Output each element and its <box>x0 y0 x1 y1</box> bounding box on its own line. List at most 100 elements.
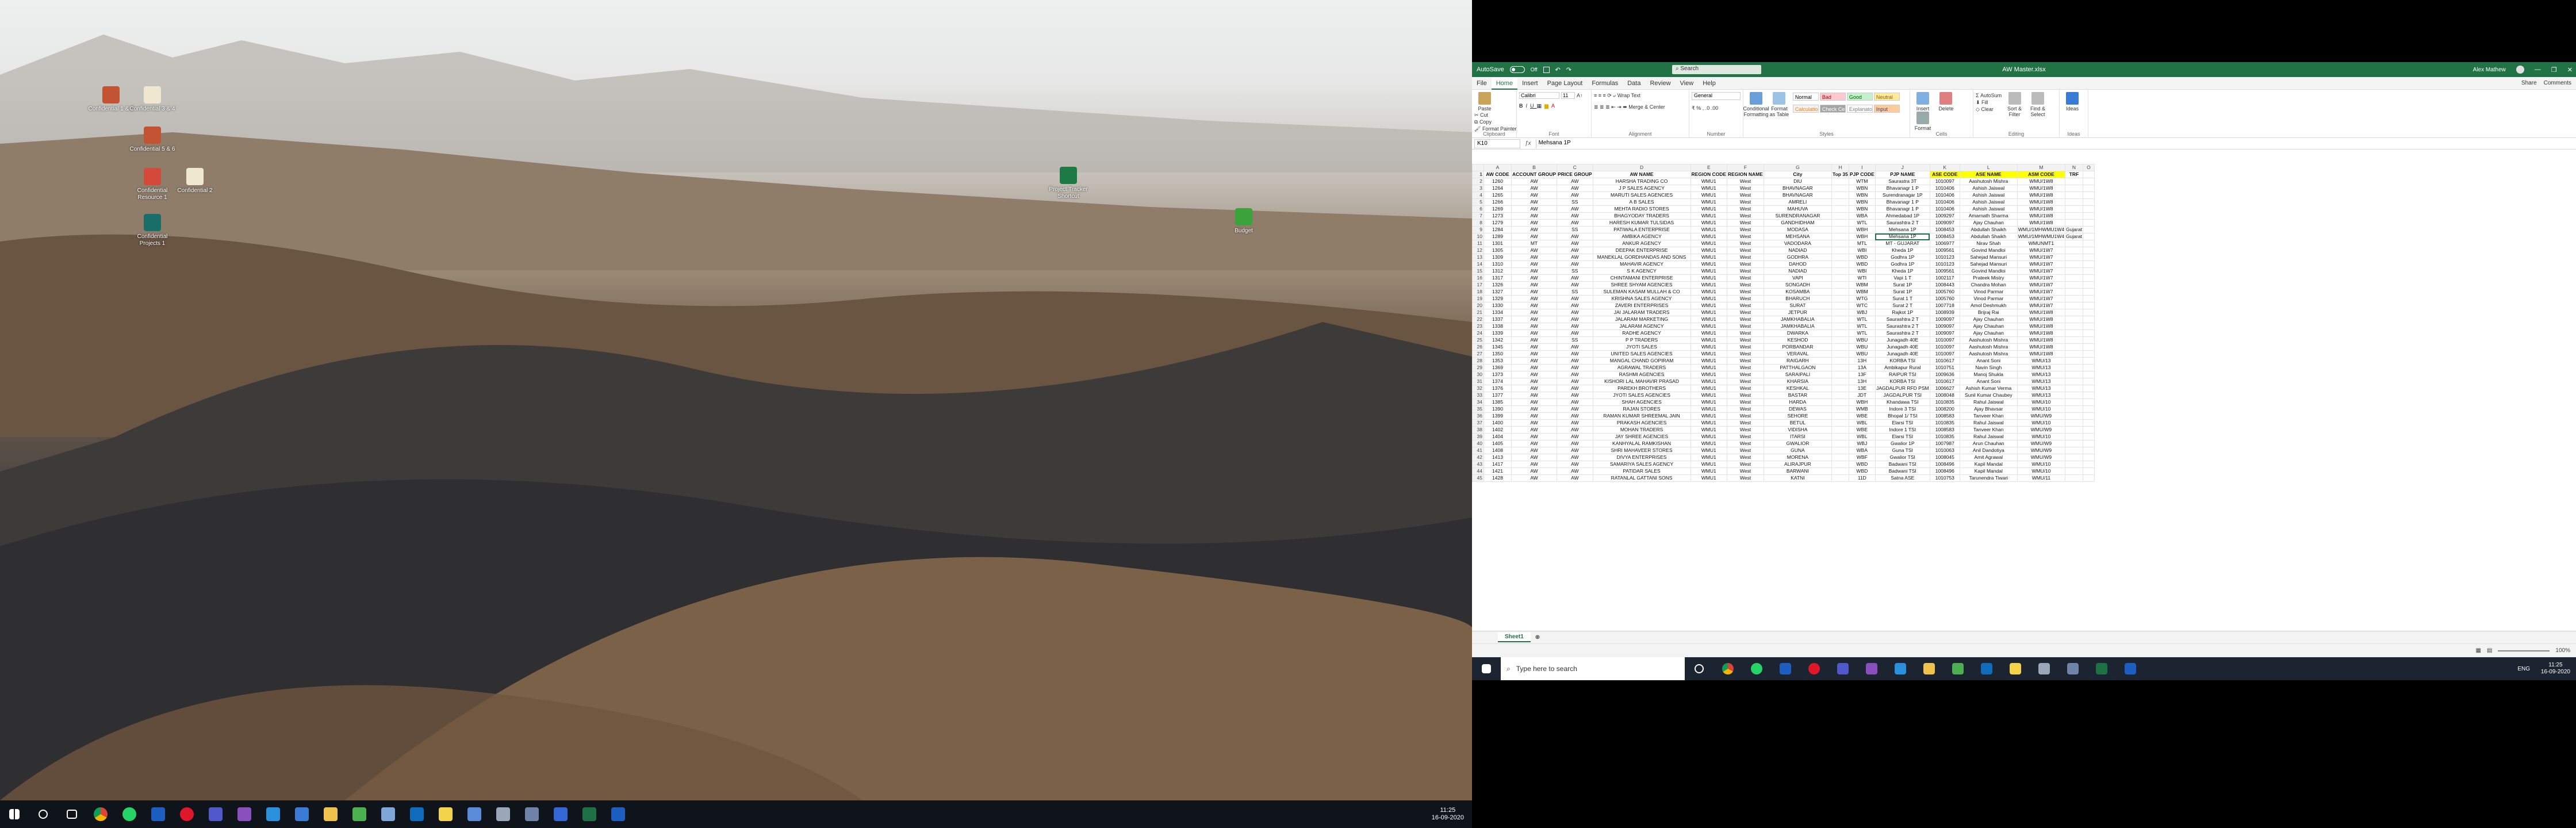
cell[interactable]: AW <box>1511 309 1558 316</box>
cell[interactable]: WMU1 <box>1690 419 1728 427</box>
cell[interactable]: WBD <box>1848 467 1876 475</box>
cell[interactable]: AW <box>1511 226 1558 233</box>
cell[interactable]: DIVYA ENTERPRISES <box>1592 454 1691 461</box>
cell[interactable] <box>2082 302 2095 309</box>
cell[interactable]: 1279 <box>1483 219 1512 227</box>
cell[interactable]: RASHMI AGENCIES <box>1592 371 1691 378</box>
cut-button[interactable]: ✂ Cut <box>1474 112 1516 118</box>
cell[interactable]: Anant Soni <box>1959 378 2018 385</box>
cell[interactable]: WMU/1W7 <box>2017 254 2066 261</box>
cell[interactable]: Junagadh 40E <box>1874 350 1930 358</box>
cell[interactable]: DIU <box>1763 178 1832 185</box>
cell[interactable] <box>2082 323 2095 330</box>
cell[interactable]: MAHAVIR AGENCY <box>1592 260 1691 268</box>
cell[interactable] <box>2082 309 2095 316</box>
cell[interactable] <box>2082 226 2095 233</box>
language-indicator[interactable]: ENG <box>2517 666 2530 672</box>
cell[interactable]: WMU1 <box>1690 440 1728 447</box>
row-header[interactable]: 25 <box>1472 336 1484 344</box>
cell[interactable] <box>2065 440 2083 447</box>
cell[interactable]: Ajay Chauhan <box>1959 329 2018 337</box>
cell[interactable] <box>1831 254 1849 261</box>
cell[interactable]: WMU/13 <box>2017 364 2066 371</box>
cell[interactable]: WMU/10 <box>2017 405 2066 413</box>
cell[interactable]: Saurashtra 2 T <box>1874 329 1930 337</box>
cell[interactable]: AW <box>1511 398 1558 406</box>
cell[interactable]: WMU/W9 <box>2017 454 2066 461</box>
cell[interactable]: NADIAD <box>1763 247 1832 254</box>
cell[interactable]: AW <box>1511 343 1558 351</box>
cell[interactable] <box>1831 247 1849 254</box>
row-header[interactable]: 40 <box>1472 440 1484 447</box>
cell[interactable]: WMU/1W8 <box>2017 316 2066 323</box>
cell[interactable] <box>2065 191 2083 199</box>
cell[interactable]: 13H <box>1848 378 1876 385</box>
cell[interactable] <box>2065 454 2083 461</box>
cell[interactable]: West <box>1727 350 1764 358</box>
cell[interactable] <box>2065 316 2083 323</box>
taskbar-app[interactable] <box>203 802 228 827</box>
cell[interactable] <box>2065 254 2083 261</box>
cell[interactable]: 1338 <box>1483 323 1512 330</box>
cell[interactable]: West <box>1727 205 1764 213</box>
cell[interactable]: AW <box>1511 461 1558 468</box>
cell[interactable]: SHAH AGENCIES <box>1592 398 1691 406</box>
cell[interactable]: WBH <box>1848 233 1876 240</box>
cell[interactable]: AW <box>1511 378 1558 385</box>
cell[interactable]: WMU1 <box>1690 343 1728 351</box>
cell[interactable]: 1006627 <box>1929 385 1960 392</box>
cell[interactable] <box>1831 371 1849 378</box>
cell[interactable]: GWALIOR <box>1763 440 1832 447</box>
cell[interactable] <box>2065 336 2083 344</box>
cell[interactable]: WMU1 <box>1690 281 1728 289</box>
cell[interactable] <box>2065 198 2083 206</box>
cell[interactable]: ALIRAJPUR <box>1763 461 1832 468</box>
cell[interactable]: WMU1 <box>1690 454 1728 461</box>
left-clock[interactable]: 11:25 16-09-2020 <box>1432 807 1464 822</box>
cell[interactable]: AW <box>1557 474 1593 482</box>
cell[interactable] <box>2082 198 2095 206</box>
wrap-text-button[interactable]: ⤶ Wrap Text <box>1613 93 1640 98</box>
cell[interactable]: BETUL <box>1763 419 1832 427</box>
cell[interactable]: 1376 <box>1483 385 1512 392</box>
cell[interactable]: Ambikapur Rural <box>1874 364 1930 371</box>
cell[interactable]: WBA <box>1848 447 1876 454</box>
cell[interactable]: KESHKAL <box>1763 385 1832 392</box>
cell[interactable]: 1405 <box>1483 440 1512 447</box>
cell[interactable]: AW <box>1557 233 1593 240</box>
cell[interactable]: 1385 <box>1483 398 1512 406</box>
cell[interactable]: WBH <box>1848 226 1876 233</box>
cell[interactable] <box>1831 191 1849 199</box>
start-button[interactable] <box>2 802 27 827</box>
cell[interactable] <box>2082 205 2095 213</box>
cell[interactable]: 1329 <box>1483 295 1512 302</box>
cell[interactable] <box>2065 426 2083 434</box>
cell[interactable]: WMU1 <box>1690 329 1728 337</box>
cell[interactable]: MEHTA RADIO STORES <box>1592 205 1691 213</box>
cell[interactable]: PATIWALA ENTERPRISE <box>1592 226 1691 233</box>
cell[interactable] <box>1831 329 1849 337</box>
cell[interactable]: Surat 1 T <box>1874 295 1930 302</box>
cell[interactable]: West <box>1727 447 1764 454</box>
cell[interactable] <box>2082 274 2095 282</box>
cell[interactable]: SHRI MAHAVEER STORES <box>1592 447 1691 454</box>
cell[interactable]: West <box>1727 405 1764 413</box>
cell[interactable]: 1350 <box>1483 350 1512 358</box>
column-header[interactable]: O <box>2082 164 2095 171</box>
taskbar-app[interactable] <box>2003 656 2028 681</box>
cell[interactable]: WMU/1W7 <box>2017 247 2066 254</box>
desktop-icon-3[interactable]: Confidential 5 & 6 <box>128 126 177 153</box>
cell[interactable]: WMU/1W8 <box>2017 205 2066 213</box>
cell[interactable]: AW <box>1511 336 1558 344</box>
cell[interactable]: WMU1 <box>1690 461 1728 468</box>
cell[interactable]: 1305 <box>1483 247 1512 254</box>
cell[interactable] <box>1831 233 1849 240</box>
taskbar-app[interactable] <box>2089 656 2114 681</box>
cell[interactable] <box>1831 461 1849 468</box>
cell[interactable]: West <box>1727 378 1764 385</box>
row-header[interactable]: 1 <box>1472 171 1484 178</box>
cell[interactable]: WMU1 <box>1690 295 1728 302</box>
sort-filter-button[interactable]: Sort & Filter <box>2004 92 2025 117</box>
cell[interactable]: Ahmedabad 1P <box>1874 212 1930 220</box>
cell[interactable]: AW <box>1557 426 1593 434</box>
